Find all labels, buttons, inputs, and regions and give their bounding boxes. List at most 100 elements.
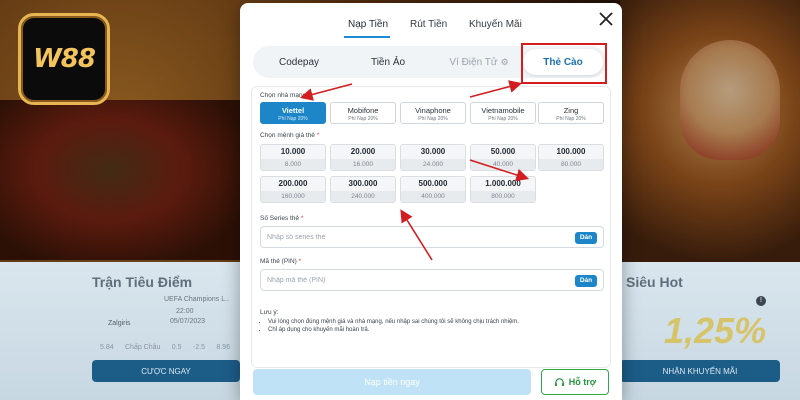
network-zing[interactable]: Zing Phí Nạp 20% (538, 102, 604, 124)
serial-label-text: Số Series thẻ (260, 215, 300, 222)
odds-value: 8.96 (216, 344, 230, 351)
denomination-option[interactable]: 50.000 40.000 (470, 144, 536, 171)
pin-label-text: Mã thẻ (PIN) (260, 258, 297, 265)
denomination-label: Chọn mệnh giá thẻ * (260, 132, 320, 139)
denomination-value: 20.000 (331, 145, 395, 159)
promo-percent: 1,25% (664, 310, 767, 351)
match-team: Zalgiris (108, 320, 131, 327)
featured-match-title: Trận Tiêu Điểm (92, 274, 193, 290)
method-codepay[interactable]: Codepay (259, 46, 339, 78)
gear-icon: ⚙ (500, 56, 509, 67)
method-crypto[interactable]: Tiền Ảo (348, 46, 428, 78)
denomination-option[interactable]: 20.000 16.000 (330, 144, 396, 171)
denomination-value: 10.000 (261, 145, 325, 159)
pin-field: Dán (260, 269, 604, 291)
denomination-receive: 16.000 (331, 159, 395, 170)
pin-paste-button[interactable]: Dán (575, 275, 597, 287)
network-label-text: Chọn nhà mạng (260, 92, 307, 99)
network-viettel[interactable]: Viettel Phí Nạp 20% (260, 102, 326, 124)
denomination-receive: 24.000 (401, 159, 465, 170)
network-name: Mobifone (347, 106, 379, 115)
denomination-receive: 8.000 (261, 159, 325, 170)
denomination-option[interactable]: 30.000 24.000 (400, 144, 466, 171)
match-date: 05/07/2023 (170, 318, 206, 325)
method-ewallet-label: Ví Điện Tử (449, 56, 498, 68)
close-icon (599, 12, 613, 26)
note-item: Chỉ áp dụng cho khuyến mãi hoàn trả. (268, 327, 598, 333)
odds-value: 0.5 (171, 344, 182, 351)
notes-title: Lưu ý: (260, 309, 279, 316)
denomination-value: 300.000 (331, 177, 395, 191)
serial-paste-button[interactable]: Dán (575, 232, 597, 244)
network-mobifone[interactable]: Mobifone Phí Nạp 20% (330, 102, 396, 124)
featured-match-card: Trận Tiêu Điểm UEFA Champions L.. 22:00 … (80, 262, 240, 400)
denomination-option[interactable]: 100.000 80.000 (538, 144, 604, 171)
denomination-option[interactable]: 200.000 160.000 (260, 176, 326, 203)
denomination-option[interactable]: 500.000 400.000 (400, 176, 466, 203)
denomination-receive: 160.000 (261, 191, 325, 202)
deposit-modal: Nạp Tiền Rút Tiền Khuyến Mãi Codepay Tiề… (240, 3, 622, 400)
payment-methods: Codepay Tiền Ảo Ví Điện Tử ⚙ Thẻ Cào (253, 46, 607, 78)
network-fee: Phí Nạp 20% (488, 116, 518, 122)
serial-label: Số Series thẻ * (260, 215, 304, 222)
denomination-value: 100.000 (539, 145, 603, 159)
tab-withdraw[interactable]: Rút Tiền (410, 19, 447, 30)
denomination-option[interactable]: 1.000.000 800.000 (470, 176, 536, 203)
network-fee: Phí Nạp 20% (278, 116, 308, 122)
pin-input[interactable] (267, 274, 557, 287)
close-button[interactable] (596, 9, 616, 29)
info-icon[interactable]: ! (756, 296, 766, 306)
network-label: Chọn nhà mạng * (260, 92, 311, 99)
claim-promo-button[interactable]: NHẬN KHUYẾN MÃI (620, 360, 780, 382)
denomination-receive: 80.000 (539, 159, 603, 170)
notes-list: Vui lòng chọn đúng mệnh giá và nhà mạng,… (268, 319, 598, 335)
deposit-now-button[interactable]: Nạp tiền ngay (253, 369, 531, 395)
denomination-value: 500.000 (401, 177, 465, 191)
modal-tabs: Nạp Tiền Rút Tiền Khuyến Mãi (240, 3, 622, 43)
network-name: Zing (563, 106, 579, 115)
denomination-value: 200.000 (261, 177, 325, 191)
serial-input[interactable] (267, 231, 557, 244)
tab-promotions[interactable]: Khuyến Mãi (469, 19, 522, 30)
note-item: Vui lòng chọn đúng mệnh giá và nhà mạng,… (268, 319, 598, 325)
support-button[interactable]: Hỗ trợ (541, 369, 609, 395)
scratch-card-panel: Chọn nhà mạng * Viettel Phí Nạp 20% Mobi… (251, 86, 611, 368)
denomination-value: 50.000 (471, 145, 535, 159)
active-tab-indicator (344, 36, 390, 38)
denomination-option[interactable]: 10.000 8.000 (260, 144, 326, 171)
denomination-value: 30.000 (401, 145, 465, 159)
denomination-receive: 800.000 (471, 191, 535, 202)
denomination-option[interactable]: 300.000 240.000 (330, 176, 396, 203)
network-fee: Phí Nạp 20% (418, 116, 448, 122)
bet-now-button[interactable]: CƯỢC NGAY (92, 360, 240, 382)
odds-value: 5.84 (100, 344, 114, 351)
brand-logo-text: W88 (33, 44, 96, 74)
headset-icon (554, 377, 564, 386)
match-league: UEFA Champions L.. (164, 296, 229, 303)
network-name: Vietnamobile (481, 106, 525, 115)
network-fee: Phí Nạp 20% (348, 116, 378, 122)
serial-field: Dán (260, 226, 604, 248)
denomination-value: 1.000.000 (471, 177, 535, 191)
pin-label: Mã thẻ (PIN) * (260, 258, 302, 265)
network-fee: Phí Nạp 20% (556, 116, 586, 122)
denomination-receive: 240.000 (331, 191, 395, 202)
promo-title: Siêu Hot (626, 274, 683, 290)
method-ewallet[interactable]: Ví Điện Tử ⚙ (437, 46, 521, 78)
brand-logo[interactable]: W88 (18, 13, 110, 105)
odds-value: -2.5 (192, 344, 205, 351)
network-vinaphone[interactable]: Vinaphone Phí Nạp 20% (400, 102, 466, 124)
method-scratch-card[interactable]: Thẻ Cào (523, 49, 603, 75)
support-label: Hỗ trợ (568, 377, 597, 387)
promo-card: Siêu Hot ! 1,25% NHẬN KHUYẾN MÃI (620, 262, 800, 400)
network-vietnamobile[interactable]: Vietnamobile Phí Nạp 20% (470, 102, 536, 124)
denomination-receive: 40.000 (471, 159, 535, 170)
match-odds: 5.84 Chấp Châu 0.5 -2.5 8.96 (100, 344, 230, 351)
network-name: Vinaphone (415, 106, 451, 115)
network-name: Viettel (281, 106, 305, 115)
denomination-receive: 400.000 (401, 191, 465, 202)
match-time: 22:00 (176, 308, 194, 315)
denomination-label-text: Chọn mệnh giá thẻ (260, 132, 315, 139)
tab-deposit[interactable]: Nạp Tiền (348, 19, 388, 30)
odds-value: Chấp Châu (125, 344, 161, 351)
